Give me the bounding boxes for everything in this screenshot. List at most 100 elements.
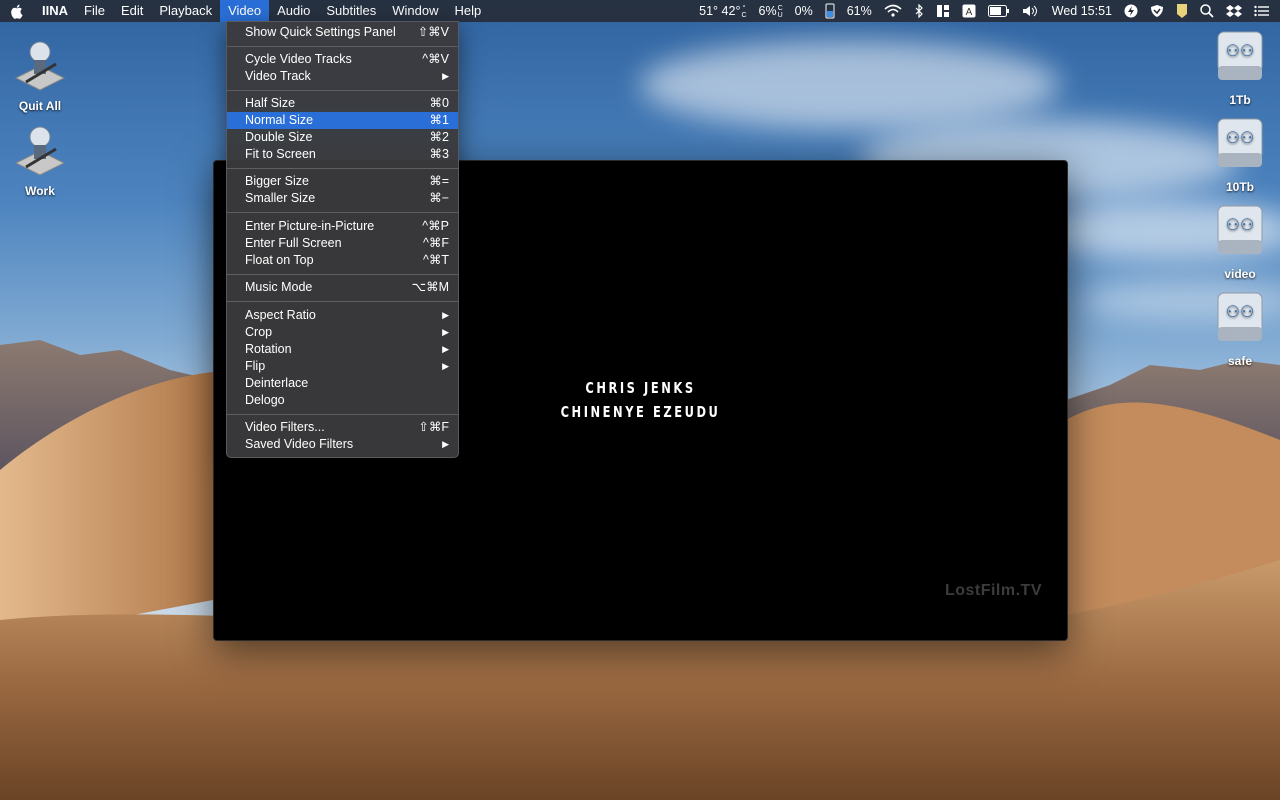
menu-item-double-size[interactable]: Double Size ⌘2 bbox=[227, 129, 458, 146]
battery-percent[interactable]: 61% bbox=[841, 0, 878, 22]
menu-item-float-on-top[interactable]: Float on Top ^⌘T bbox=[227, 252, 458, 269]
badge-icon[interactable] bbox=[1170, 0, 1194, 22]
menu-item-label: Enter Full Screen bbox=[245, 236, 342, 250]
temp-cpu-readout[interactable]: 51° 42° ° C bbox=[693, 0, 752, 22]
menu-item-label: Half Size bbox=[245, 96, 296, 110]
menu-separator bbox=[227, 414, 458, 415]
menu-item-enter-full-screen[interactable]: Enter Full Screen ^⌘F bbox=[227, 235, 458, 252]
dropbox-icon[interactable] bbox=[1220, 0, 1248, 22]
menu-item-show-quick-settings[interactable]: Show Quick Settings Panel ⇧⌘V bbox=[227, 24, 458, 41]
menu-separator bbox=[227, 168, 458, 169]
cpu-label: CU bbox=[777, 4, 783, 19]
video-menu-dropdown: Show Quick Settings Panel ⇧⌘V Cycle Video… bbox=[226, 21, 459, 458]
wifi-icon[interactable] bbox=[878, 0, 908, 22]
menu-item-video-filters[interactable]: Video Filters... ⇧⌘F bbox=[227, 419, 458, 436]
desktop-icon-10tb[interactable]: ⚇⚇ 10Tb bbox=[1200, 115, 1280, 194]
menu-item-enter-pip[interactable]: Enter Picture-in-Picture ^⌘P bbox=[227, 218, 458, 235]
menu-item-aspect-ratio[interactable]: Aspect Ratio ▶ bbox=[227, 307, 458, 324]
menu-bar: IINA File Edit Playback Video Audio Subt… bbox=[0, 0, 1280, 22]
menu-item-shortcut: ⇧⌘V bbox=[417, 25, 449, 39]
desktop-icon-1tb[interactable]: ⚇⚇ 1Tb bbox=[1200, 28, 1280, 107]
menu-item-smaller-size[interactable]: Smaller Size ⌘− bbox=[227, 190, 458, 207]
menu-item-delogo[interactable]: Delogo bbox=[227, 392, 458, 409]
menu-item-shortcut: ⌘1 bbox=[429, 113, 449, 127]
menu-item-label: Enter Picture-in-Picture bbox=[245, 219, 375, 233]
gpu-readout[interactable]: 0% bbox=[789, 0, 819, 22]
submenu-arrow-icon: ▶ bbox=[442, 439, 449, 449]
menu-item-label: Smaller Size bbox=[245, 191, 316, 205]
network-drive-icon: ⚇⚇ bbox=[1217, 205, 1263, 254]
menu-item-label: Show Quick Settings Panel bbox=[245, 25, 396, 39]
notification-center-icon[interactable] bbox=[1248, 0, 1280, 22]
lightning-icon[interactable] bbox=[1118, 0, 1144, 22]
menu-item-fit-to-screen[interactable]: Fit to Screen ⌘3 bbox=[227, 146, 458, 163]
menu-item-label: Cycle Video Tracks bbox=[245, 52, 352, 66]
desktop-icon-safe[interactable]: ⚇⚇ safe bbox=[1200, 289, 1280, 368]
desktop-icon-label: 10Tb bbox=[1225, 180, 1254, 194]
menu-item-label: Deinterlace bbox=[245, 376, 309, 390]
menu-audio[interactable]: Audio bbox=[269, 0, 318, 22]
battery-meter-icon[interactable] bbox=[819, 0, 841, 22]
cpu-value: 6% bbox=[758, 4, 777, 18]
desktop-icon-label: Quit All bbox=[18, 99, 62, 113]
temp-value-2: 42° bbox=[721, 4, 741, 18]
menu-item-rotation[interactable]: Rotation ▶ bbox=[227, 341, 458, 358]
menu-item-label: Music Mode bbox=[245, 280, 313, 294]
menu-item-saved-video-filters[interactable]: Saved Video Filters ▶ bbox=[227, 436, 458, 453]
menu-help[interactable]: Help bbox=[447, 0, 490, 22]
menu-item-shortcut: ⌘2 bbox=[429, 130, 449, 144]
menu-item-shortcut: ^⌘F bbox=[422, 236, 449, 250]
input-source-icon[interactable]: A bbox=[956, 0, 982, 22]
menu-separator bbox=[227, 90, 458, 91]
menu-item-cycle-video-tracks[interactable]: Cycle Video Tracks ^⌘V bbox=[227, 51, 458, 68]
menu-playback[interactable]: Playback bbox=[151, 0, 220, 22]
desktop-icon-work[interactable]: Work bbox=[0, 123, 80, 198]
menu-app-iina[interactable]: IINA bbox=[34, 0, 76, 22]
submenu-arrow-icon: ▶ bbox=[442, 310, 449, 320]
svg-text:⚇⚇: ⚇⚇ bbox=[1226, 217, 1255, 234]
menu-item-shortcut: ^⌘V bbox=[422, 52, 449, 66]
menu-item-flip[interactable]: Flip ▶ bbox=[227, 358, 458, 375]
menu-video[interactable]: Video bbox=[220, 0, 270, 22]
menu-item-label: Aspect Ratio bbox=[245, 308, 316, 322]
gpu-value: 0% bbox=[794, 4, 813, 18]
menu-item-video-track[interactable]: Video Track ▶ bbox=[227, 68, 458, 85]
menu-item-deinterlace[interactable]: Deinterlace bbox=[227, 375, 458, 392]
desktop-icon-label: 1Tb bbox=[1229, 93, 1251, 107]
menu-item-label: Video Filters... bbox=[245, 420, 325, 434]
automator-icon bbox=[14, 126, 66, 176]
menu-separator bbox=[227, 46, 458, 47]
menu-edit[interactable]: Edit bbox=[113, 0, 151, 22]
menu-item-label: Rotation bbox=[245, 342, 292, 356]
menu-file[interactable]: File bbox=[76, 0, 113, 22]
shield-icon[interactable] bbox=[1144, 0, 1170, 22]
desktop-icon-video[interactable]: ⚇⚇ video bbox=[1200, 202, 1280, 281]
clock[interactable]: Wed 15:51 bbox=[1046, 0, 1118, 22]
menu-item-label: Fit to Screen bbox=[245, 147, 316, 161]
window-layout-icon[interactable] bbox=[930, 0, 956, 22]
menu-item-bigger-size[interactable]: Bigger Size ⌘= bbox=[227, 173, 458, 190]
menu-separator bbox=[227, 274, 458, 275]
temp-value-1: 51° bbox=[699, 4, 719, 18]
submenu-arrow-icon: ▶ bbox=[442, 71, 449, 81]
menu-window[interactable]: Window bbox=[384, 0, 446, 22]
bluetooth-icon[interactable] bbox=[908, 0, 930, 22]
volume-icon[interactable] bbox=[1016, 0, 1046, 22]
desktop-icon-quit-all[interactable]: Quit All bbox=[0, 38, 80, 113]
menu-subtitles[interactable]: Subtitles bbox=[318, 0, 384, 22]
submenu-arrow-icon: ▶ bbox=[442, 361, 449, 371]
menu-item-crop[interactable]: Crop ▶ bbox=[227, 324, 458, 341]
apple-menu-icon[interactable] bbox=[0, 3, 34, 19]
battery-icon[interactable] bbox=[982, 0, 1016, 22]
menu-item-half-size[interactable]: Half Size ⌘0 bbox=[227, 95, 458, 112]
network-drive-icon: ⚇⚇ bbox=[1217, 31, 1263, 80]
cpu-readout[interactable]: 6%C U bbox=[753, 0, 789, 22]
menu-item-label: Flip bbox=[245, 359, 266, 373]
menu-item-label: Float on Top bbox=[245, 253, 314, 267]
menu-separator bbox=[227, 212, 458, 213]
menu-item-label: Bigger Size bbox=[245, 174, 309, 188]
menu-item-shortcut: ⌥⌘M bbox=[411, 280, 449, 294]
menu-item-music-mode[interactable]: Music Mode ⌥⌘M bbox=[227, 279, 458, 296]
search-icon[interactable] bbox=[1194, 0, 1220, 22]
menu-item-normal-size[interactable]: Normal Size ⌘1 bbox=[227, 112, 458, 129]
